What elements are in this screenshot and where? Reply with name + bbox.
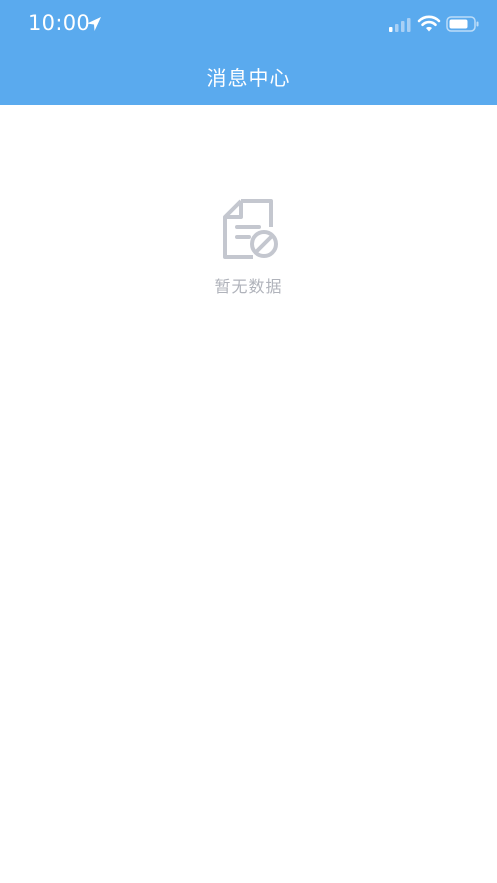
no-data-document-icon [222,199,278,259]
message-list-area: 暂无数据 [0,105,497,883]
empty-state: 暂无数据 [0,197,497,297]
battery-icon [446,16,479,32]
status-time: 10:00 [28,11,91,35]
app-header: 10:00 消息中心 [0,0,497,105]
empty-state-text: 暂无数据 [214,277,283,296]
page-title: 消息中心 [206,66,291,90]
status-bar: 10:00 [0,0,497,48]
wifi-icon [417,15,441,32]
location-arrow-icon [87,17,101,31]
cellular-signal-icon [389,18,411,32]
